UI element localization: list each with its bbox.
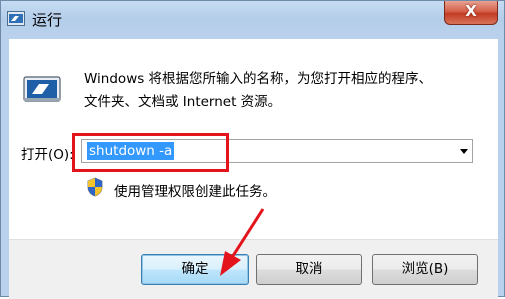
browse-button[interactable]: 浏览(B) xyxy=(372,254,478,285)
admin-privilege-note: 使用管理权限创建此任务。 xyxy=(114,184,276,200)
close-icon: X xyxy=(465,2,477,20)
open-label: 打开(O): xyxy=(21,147,74,163)
ok-button[interactable]: 确定 xyxy=(141,254,249,285)
chevron-down-icon[interactable] xyxy=(460,149,468,154)
cancel-button[interactable]: 取消 xyxy=(256,254,362,285)
run-icon xyxy=(23,76,61,102)
description-line-1: Windows 将根据您所输入的名称，为您打开相应的程序、 xyxy=(84,71,433,87)
description-text: Windows 将根据您所输入的名称，为您打开相应的程序、 文件夹、文档或 In… xyxy=(84,68,494,114)
title-bar[interactable]: 运行 X xyxy=(1,1,505,37)
uac-shield-icon xyxy=(87,177,103,197)
window-title: 运行 xyxy=(32,11,63,29)
close-button[interactable]: X xyxy=(444,1,498,25)
run-dialog: 运行 X Windows 将根据您所输入的名称，为您打开相应的程序、 文件夹、文… xyxy=(0,0,505,299)
description-line-2: 文件夹、文档或 Internet 资源。 xyxy=(84,94,282,110)
highlight-box xyxy=(72,133,229,172)
run-icon xyxy=(7,11,25,26)
